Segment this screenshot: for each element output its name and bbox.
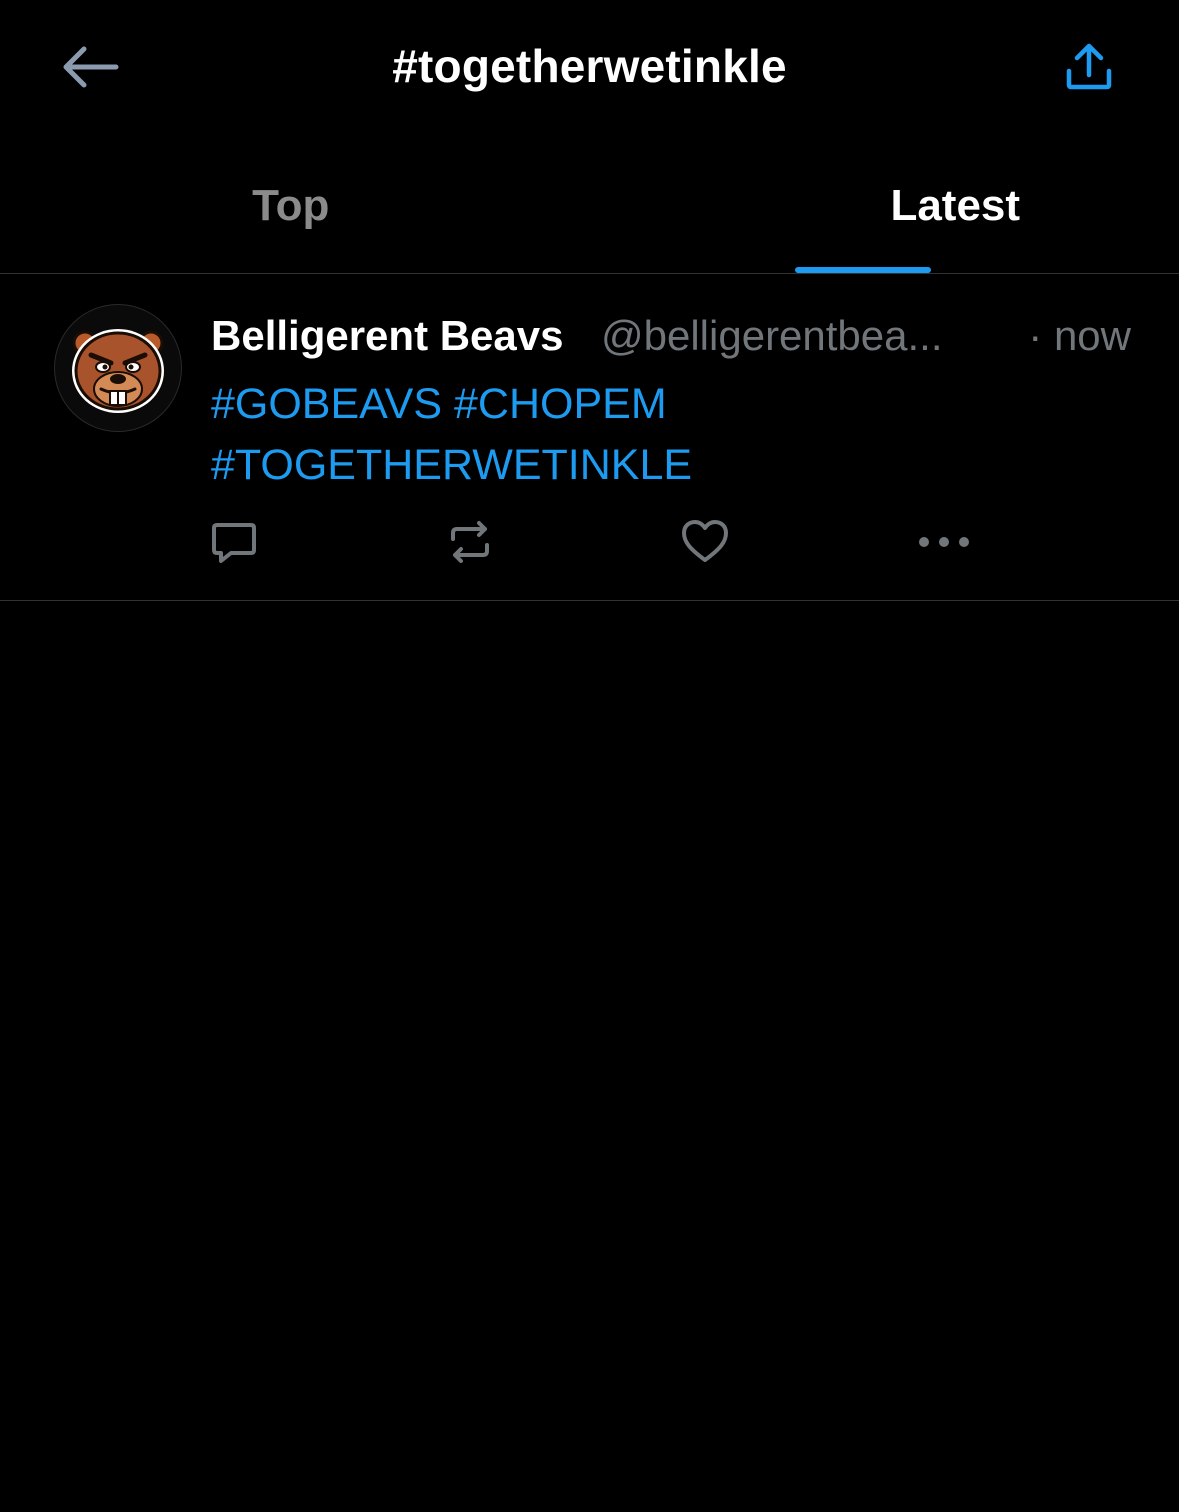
share-button[interactable] <box>1054 34 1124 100</box>
reply-button[interactable] <box>204 510 264 574</box>
avatar[interactable] <box>54 304 182 432</box>
reply-icon <box>212 523 256 563</box>
like-button[interactable] <box>675 510 735 574</box>
tab-latest[interactable]: Latest <box>590 134 1179 273</box>
back-button[interactable] <box>52 34 128 100</box>
author-name[interactable]: Belligerent Beavs <box>211 308 564 364</box>
hashtag-link[interactable]: #GOBEAVS <box>211 380 442 428</box>
hashtag-search-screen: #togetherwetinkle Top Latest Belligerent… <box>0 0 1179 1512</box>
page-title: #togetherwetinkle <box>392 40 787 92</box>
tweet[interactable]: Belligerent Beavs @belligerentbea... · n… <box>0 274 1179 601</box>
like-icon <box>682 520 728 562</box>
nav-bar: #togetherwetinkle <box>0 0 1179 134</box>
retweet-icon <box>451 521 489 563</box>
more-button[interactable] <box>914 510 974 574</box>
tweet-text-line: #GOBEAVS #CHOPEM <box>211 374 1111 435</box>
tweet-actions <box>0 510 1179 574</box>
tweet-timestamp: · now <box>1028 312 1131 359</box>
author-handle[interactable]: @belligerentbea... <box>601 308 943 364</box>
hashtag-link[interactable]: #CHOPEM <box>454 380 667 428</box>
tweet-header: Belligerent Beavs @belligerentbea... · n… <box>211 308 1141 364</box>
tab-latest-label: Latest <box>890 181 1021 230</box>
tweet-text: #GOBEAVS #CHOPEM #TOGETHERWETINKLE <box>211 374 1111 496</box>
share-icon <box>1066 43 1112 90</box>
retweet-button[interactable] <box>440 510 500 574</box>
beaver-logo-icon <box>72 329 164 413</box>
more-icon <box>919 537 969 547</box>
tab-bar: Top Latest <box>0 134 1179 274</box>
hashtag-link[interactable]: #TOGETHERWETINKLE <box>211 441 692 489</box>
active-tab-indicator <box>794 267 931 273</box>
tweet-text-line: #TOGETHERWETINKLE <box>211 435 1111 496</box>
tab-top-label: Top <box>252 181 330 230</box>
arrow-left-icon <box>63 46 119 88</box>
tab-top[interactable]: Top <box>0 134 590 273</box>
